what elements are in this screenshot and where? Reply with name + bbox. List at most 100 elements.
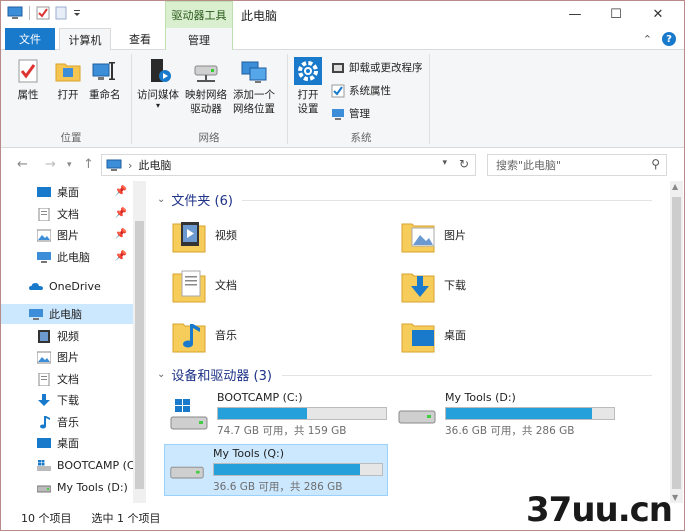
tab-view[interactable]: 查看 [115,28,165,50]
devices-section-header[interactable]: ⌄ 设备和驱动器 (3) [157,365,272,384]
close-button[interactable]: ✕ [635,1,681,28]
nav-pane-scrollbar[interactable] [133,181,146,503]
nav-item-documents-2[interactable]: 文档 [1,369,133,389]
folder-tile-desktop[interactable]: 桌面 [400,313,600,357]
tab-manage[interactable]: 管理 [165,28,233,51]
forward-arrow-icon[interactable]: → [45,157,56,172]
nav-item-this-pc-quick[interactable]: 此电脑 📌 [1,247,133,267]
pin-icon[interactable]: 📌 [115,186,127,197]
collapse-chevron-icon[interactable]: ⌄ [157,194,165,205]
nav-item-onedrive[interactable]: OneDrive [1,276,133,296]
address-dropdown-icon[interactable]: ▾ [442,158,447,168]
properties-label: 属性 [17,89,39,101]
folder-tile-documents[interactable]: 文档 [171,263,371,307]
content-scroll-thumb[interactable] [672,197,681,489]
folder-tile-videos[interactable]: 视频 [171,213,371,257]
computer-icon [106,159,122,171]
manage-label: 管理 [349,108,370,120]
folder-tile-pictures[interactable]: 图片 [400,213,600,257]
open-folder-icon [55,63,81,82]
nav-item-label: 文档 [57,208,79,221]
open-button[interactable]: 打开 [53,56,83,102]
videos-folder-icon [172,222,206,253]
pin-icon[interactable]: 📌 [115,229,127,240]
system-properties-button[interactable]: 系统属性 [331,83,391,98]
expand-ribbon-chevron-icon[interactable]: ⌃ [643,33,652,46]
content-scrollbar[interactable]: ▲ ▼ [670,181,683,503]
drive-free-space: 36.6 GB 可用，共 286 GB [213,481,343,493]
breadcrumb-this-pc[interactable]: 此电脑 [138,157,171,173]
network-drive-icon [194,65,218,82]
nav-item-label: 桌面 [57,437,79,450]
pin-icon[interactable]: 📌 [115,208,127,219]
drive-tile-bootcamp[interactable]: BOOTCAMP (C:) 74.7 GB 可用，共 159 GB [165,389,393,439]
nav-item-bootcamp-drive[interactable]: BOOTCAMP (C [1,455,135,475]
search-icon[interactable]: ⚲ [651,157,660,171]
refresh-icon[interactable]: ↻ [459,157,469,171]
window-title: 此电脑 [241,9,278,23]
open-settings-button[interactable]: 打开 设置 [293,56,323,116]
folder-name: 桌面 [444,329,466,342]
nav-item-pictures[interactable]: 图片 📌 [1,225,133,245]
scroll-up-icon[interactable]: ▲ [672,182,678,191]
recent-dropdown-icon[interactable]: ▾ [67,160,72,170]
folder-tile-music[interactable]: 音乐 [171,313,371,357]
search-input[interactable]: 搜索"此电脑" ⚲ [487,154,667,176]
access-media-dropdown-icon: ▾ [155,101,160,110]
drive-free-space: 74.7 GB 可用，共 159 GB [217,425,347,437]
nav-item-mytools-drive[interactable]: My Tools (D:) [1,477,133,497]
ribbon-divider [429,54,430,144]
address-bar[interactable]: › 此电脑 ▾ ↻ [101,154,476,176]
map-network-drive-button[interactable]: 映射网络 驱动器 [185,56,227,116]
drive-tile-mytools-d[interactable]: My Tools (D:) 36.6 GB 可用，共 286 GB [393,389,621,439]
ribbon-tab-row: 文件 计算机 查看 管理 ⌃ ? [1,28,684,51]
tab-file[interactable]: 文件 [5,28,55,50]
nav-item-label: My Tools (D:) [57,480,128,494]
breadcrumb-separator-icon[interactable]: › [128,159,132,172]
back-arrow-icon[interactable]: ← [17,157,28,172]
drive-tile-mytools-q[interactable]: My Tools (Q:) 36.6 GB 可用，共 286 GB [164,444,388,496]
nav-item-desktop[interactable]: 桌面 📌 [1,182,133,202]
pin-icon[interactable]: 📌 [115,251,127,262]
access-media-button[interactable]: 访问媒体 ▾ [137,56,179,110]
desktop-icon [37,437,51,448]
customize-dropdown-icon[interactable] [72,6,82,20]
new-folder-icon[interactable] [54,6,68,20]
nav-item-downloads[interactable]: 下载 [1,390,133,410]
pictures-icon [37,229,51,241]
folder-name: 视频 [215,229,237,242]
nav-item-music[interactable]: 音乐 [1,412,133,432]
minimize-button[interactable]: — [552,1,598,28]
status-selected-count: 选中 1 个项目 [91,511,161,525]
collapse-chevron-icon[interactable]: ⌄ [157,369,165,380]
properties-button[interactable]: 属性 [13,56,43,102]
help-icon[interactable]: ? [662,32,676,46]
nav-item-documents[interactable]: 文档 📌 [1,204,133,224]
rename-button[interactable]: 重命名 [89,56,121,102]
nav-item-this-pc[interactable]: 此电脑 [1,304,133,324]
desktop-icon [37,186,51,197]
music-folder-icon [172,323,206,353]
tab-computer[interactable]: 计算机 [59,28,111,51]
nav-pane-scroll-thumb[interactable] [135,221,144,489]
ribbon-divider [131,54,132,144]
settings-gear-icon [294,57,322,85]
ribbon-right-controls: ⌃ ? [643,32,676,46]
computer-icon[interactable] [7,6,23,20]
drive-name: My Tools (D:) [445,391,516,404]
nav-item-desktop-2[interactable]: 桌面 [1,433,133,453]
maximize-button[interactable]: ☐ [593,1,639,28]
folders-section-header[interactable]: ⌄ 文件夹 (6) [157,190,233,209]
up-arrow-icon[interactable]: ↑ [83,157,94,172]
videos-icon [38,329,50,343]
add-network-location-button[interactable]: 添加一个 网络位置 [233,56,275,116]
desktop-folder-icon [401,323,435,353]
folder-tile-downloads[interactable]: 下载 [400,263,600,307]
nav-item-videos[interactable]: 视频 [1,326,133,346]
scroll-down-icon[interactable]: ▼ [672,493,678,502]
map-drive-label-line1: 映射网络 [185,89,227,101]
manage-button[interactable]: 管理 [331,106,370,121]
properties-check-icon[interactable] [36,6,50,20]
nav-item-pictures-2[interactable]: 图片 [1,347,133,367]
uninstall-programs-button[interactable]: 卸载或更改程序 [331,60,423,75]
